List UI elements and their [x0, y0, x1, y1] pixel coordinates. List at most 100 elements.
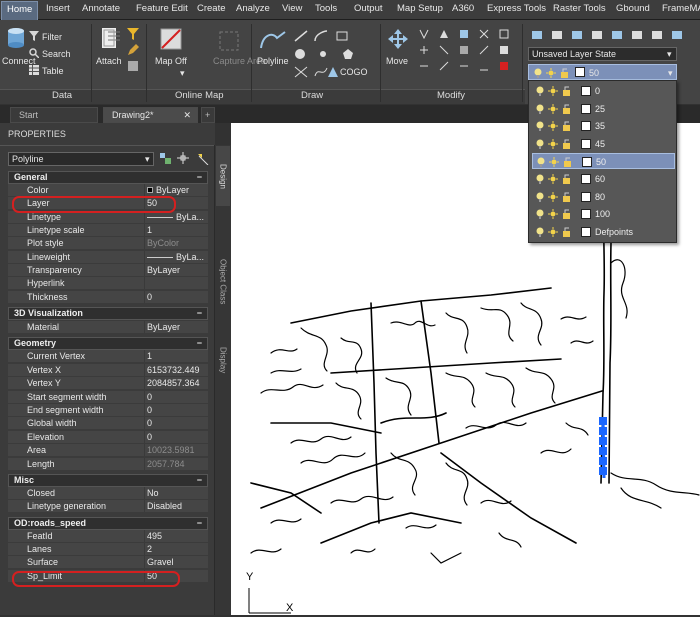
property-value[interactable]: Gravel — [147, 556, 207, 568]
property-row[interactable]: Transparency ByLayer — [8, 264, 208, 277]
property-value[interactable]: 2084857.364 — [147, 377, 207, 389]
tab-home[interactable]: Home — [1, 1, 39, 20]
new-file-tab-button[interactable]: + — [201, 107, 215, 123]
polyline-button[interactable]: Polyline — [257, 56, 289, 66]
polyline-icon[interactable] — [259, 28, 287, 52]
polygon-icon[interactable] — [342, 48, 354, 60]
layer-state-dropdown[interactable]: Unsaved Layer State ▾ — [528, 47, 677, 61]
tab-express-tools[interactable]: Express Tools — [487, 3, 546, 14]
property-row[interactable]: End segment width 0 — [8, 404, 208, 417]
property-row[interactable]: Start segment width 0 — [8, 391, 208, 404]
property-row[interactable]: Closed No — [8, 487, 208, 500]
property-row[interactable]: Elevation 0 — [8, 431, 208, 444]
move-icon[interactable] — [387, 28, 409, 52]
spline-icon[interactable] — [314, 66, 328, 78]
side-tab-design[interactable]: Design — [216, 146, 230, 206]
property-value[interactable]: 1 — [147, 350, 207, 362]
side-tab-display[interactable]: Display — [216, 340, 230, 380]
map-off-button[interactable]: Map Off — [155, 56, 187, 66]
property-row[interactable]: Vertex X 6153732.449 — [8, 364, 208, 377]
rectangle-icon[interactable] — [336, 30, 348, 42]
property-row[interactable]: Lineweight ByLa... — [8, 251, 208, 264]
layer-item-50[interactable]: 50 — [532, 153, 675, 170]
property-row[interactable]: Linetype scale 1 — [8, 224, 208, 237]
search-button[interactable]: Search — [42, 49, 71, 59]
tab-insert[interactable]: Insert — [46, 3, 70, 14]
attach-button[interactable]: Attach — [96, 56, 122, 66]
side-tab-object-class[interactable]: Object Class — [216, 246, 230, 318]
collapse-icon[interactable]: − — [197, 518, 202, 529]
filter-icon[interactable] — [29, 31, 39, 41]
collapse-icon[interactable]: − — [197, 338, 202, 349]
property-value[interactable]: 2057.784 — [147, 458, 207, 470]
property-value[interactable]: 0 — [147, 291, 207, 303]
collapse-icon[interactable]: − — [197, 308, 202, 319]
tab-create[interactable]: Create — [197, 3, 226, 14]
property-row[interactable]: Area 10023.5981 — [8, 444, 208, 457]
property-row[interactable]: Lanes 2 — [8, 543, 208, 556]
tab-gbound[interactable]: Gbound — [616, 3, 650, 14]
move-button[interactable]: Move — [386, 56, 408, 66]
cogo-button[interactable]: COGO — [340, 67, 368, 77]
toggle-pickadd-icon[interactable] — [159, 152, 172, 165]
filter-button[interactable]: Filter — [42, 32, 62, 42]
collapse-icon[interactable]: − — [197, 475, 202, 486]
point-icon[interactable] — [318, 48, 328, 60]
property-value[interactable]: No — [147, 487, 207, 499]
file-tab-drawing2[interactable]: Drawing2* ✕ — [103, 107, 198, 123]
property-row[interactable]: Vertex Y 2084857.364 — [8, 377, 208, 390]
property-value[interactable]: ByLayer — [147, 321, 207, 333]
tab-output[interactable]: Output — [354, 3, 383, 14]
property-row[interactable]: Thickness 0 — [8, 291, 208, 304]
object-type-dropdown[interactable]: Polyline ▾ — [8, 152, 154, 166]
layer-item-35[interactable]: 35 — [532, 118, 675, 134]
circle-icon[interactable] — [294, 48, 306, 60]
quick-select-icon[interactable] — [196, 152, 209, 165]
file-tab-start[interactable]: Start — [10, 107, 98, 123]
tab-tools[interactable]: Tools — [315, 3, 337, 14]
layer-item-defpoints[interactable]: Defpoints — [532, 224, 675, 240]
section-header-general[interactable]: General − — [8, 171, 208, 184]
property-row[interactable]: Linetype generation Disabled — [8, 500, 208, 513]
cogo-icon[interactable] — [327, 66, 339, 78]
property-value[interactable]: 0 — [147, 417, 207, 429]
property-value[interactable]: ByColor — [147, 237, 207, 249]
connect-database-icon[interactable] — [6, 26, 26, 52]
layer-tools-icon-row[interactable] — [530, 28, 700, 42]
layer-item-60[interactable]: 60 — [532, 171, 675, 187]
panel-label-data[interactable]: Data — [52, 90, 72, 101]
current-layer-dropdown[interactable]: 50 ▾ — [528, 64, 677, 80]
table-icon[interactable] — [29, 65, 39, 75]
tab-feature-edit[interactable]: Feature Edit — [136, 3, 188, 14]
property-row[interactable]: Hyperlink — [8, 277, 208, 290]
tab-a360[interactable]: A360 — [452, 3, 474, 14]
layer-item-0[interactable]: 0 — [532, 83, 675, 99]
attach-icon[interactable] — [100, 26, 122, 52]
tab-raster-tools[interactable]: Raster Tools — [553, 3, 606, 14]
property-value[interactable]: 0 — [147, 431, 207, 443]
tab-map-setup[interactable]: Map Setup — [397, 3, 443, 14]
line-icon[interactable] — [294, 30, 308, 42]
map-off-dropdown-arrow[interactable]: ▾ — [180, 68, 185, 79]
modify-tools-icon-grid[interactable] — [418, 28, 518, 80]
funnel-icon[interactable] — [127, 28, 139, 40]
tab-annotate[interactable]: Annotate — [82, 3, 120, 14]
property-value[interactable]: 2 — [147, 543, 207, 555]
property-row[interactable]: Current Vertex 1 — [8, 350, 208, 363]
property-value[interactable]: ByLayer — [147, 184, 207, 196]
property-value[interactable]: Disabled — [147, 500, 207, 512]
section-header-od-roads-speed[interactable]: OD:roads_speed − — [8, 517, 208, 530]
tab-framema[interactable]: FrameMA — [662, 3, 700, 14]
property-row[interactable]: Surface Gravel — [8, 556, 208, 569]
property-value[interactable]: 10023.5981 — [147, 444, 207, 456]
close-icon[interactable]: ✕ — [183, 110, 191, 121]
property-value[interactable]: 495 — [147, 530, 207, 542]
layer-item-45[interactable]: 45 — [532, 136, 675, 152]
panel-label-modify[interactable]: Modify — [437, 90, 465, 101]
construction-line-icon[interactable] — [294, 66, 308, 78]
property-row[interactable]: FeatId 495 — [8, 530, 208, 543]
property-value[interactable]: 0 — [147, 391, 207, 403]
search-icon[interactable] — [29, 48, 39, 58]
section-header-geometry[interactable]: Geometry − — [8, 337, 208, 350]
layer-item-80[interactable]: 80 — [532, 189, 675, 205]
